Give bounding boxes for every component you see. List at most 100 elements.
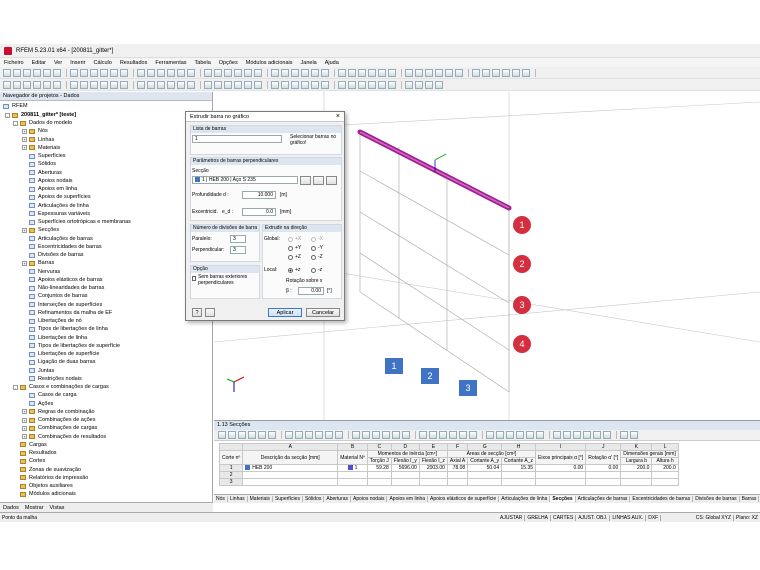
panel-tool-button[interactable] <box>315 431 323 439</box>
main-tool-button[interactable] <box>53 68 61 77</box>
sheet-tab[interactable]: Aberturas <box>324 496 352 502</box>
cell-empty[interactable] <box>242 471 339 479</box>
cell-empty[interactable] <box>620 471 653 479</box>
panel-tool-button[interactable] <box>325 431 333 439</box>
tree-item[interactable]: Módulos adicionais <box>20 490 76 498</box>
panel-tool-button[interactable] <box>402 431 410 439</box>
secondary-tool-button[interactable] <box>90 80 98 89</box>
main-tool-button[interactable] <box>368 68 376 77</box>
main-tool-button[interactable] <box>244 68 252 77</box>
tree-item[interactable]: + Regras de combinação <box>22 408 95 416</box>
panel-tool-button[interactable] <box>248 431 256 439</box>
sheet-tab[interactable]: Apoios em linha <box>387 496 429 502</box>
main-tool-button[interactable] <box>137 68 145 77</box>
cell-flexao-y[interactable]: 5696.00 <box>390 464 420 472</box>
tree-item[interactable]: + Combinações de ações <box>22 416 95 424</box>
sheet-tab[interactable]: Apoios nodais <box>351 496 388 502</box>
sheet-tab[interactable]: Articulações de linha <box>499 496 551 502</box>
cancel-button[interactable]: Cancelar <box>306 308 340 317</box>
tree-item[interactable]: RFEM <box>3 102 28 110</box>
section-new-button[interactable] <box>326 176 337 185</box>
collapse-icon[interactable]: - <box>13 384 18 390</box>
sheet-tab[interactable]: Barras <box>740 496 760 502</box>
cell-empty[interactable] <box>418 471 448 479</box>
no-outer-bars-checkbox[interactable]: Sem barras exteriores perpendiculares <box>192 274 258 286</box>
sheet-tab[interactable]: Excentricidades de barras <box>630 496 694 502</box>
tree-item[interactable]: Superfícies <box>29 152 66 160</box>
tree-item[interactable]: + Materiais <box>22 144 60 152</box>
sheet-tab[interactable]: Superfícies <box>273 496 303 502</box>
main-tool-button[interactable] <box>147 68 155 77</box>
main-tool-button[interactable] <box>214 68 222 77</box>
panel-tool-button[interactable] <box>372 431 380 439</box>
main-tool-button[interactable] <box>348 68 356 77</box>
section-library-button[interactable] <box>313 176 324 185</box>
menu-opcoes[interactable]: Opções <box>219 60 238 66</box>
main-tool-button[interactable] <box>23 68 31 77</box>
menu-ferramentas[interactable]: Ferramentas <box>155 60 186 66</box>
tree-item[interactable]: Apoios nodais <box>29 177 73 185</box>
tree-item[interactable]: + Combinações de cargas <box>22 424 97 432</box>
tree-item[interactable]: Divisões de barras <box>29 251 84 259</box>
sheet-tab[interactable]: Linhas <box>228 496 248 502</box>
panel-tool-button[interactable] <box>429 431 437 439</box>
main-tool-button[interactable] <box>13 68 21 77</box>
nav-tab-mostrar[interactable]: Mostrar <box>25 505 44 511</box>
tree-item[interactable]: Resultados <box>20 449 57 457</box>
cell-eixos[interactable]: 0.00 <box>535 464 587 472</box>
main-tool-button[interactable] <box>435 68 443 77</box>
cell-axial[interactable]: 78.08 <box>446 464 469 472</box>
ecc-input[interactable]: 0.0 <box>242 208 276 216</box>
panel-tool-button[interactable] <box>258 431 266 439</box>
secondary-tool-button[interactable] <box>214 80 222 89</box>
panel-tool-button[interactable] <box>593 431 601 439</box>
secondary-tool-button[interactable] <box>388 80 396 89</box>
parallel-input[interactable]: 3 <box>230 235 246 243</box>
secondary-tool-button[interactable] <box>177 80 185 89</box>
status-toggle[interactable]: AJUST. OBJ. <box>576 514 611 521</box>
tree-item[interactable]: Tipos de libertações de superfície <box>29 342 120 350</box>
cell-empty[interactable] <box>242 478 339 486</box>
tree-item[interactable]: Juntas <box>29 367 54 375</box>
panel-tool-button[interactable] <box>486 431 494 439</box>
main-tool-button[interactable] <box>405 68 413 77</box>
main-tool-button[interactable] <box>338 68 346 77</box>
expand-icon[interactable]: + <box>22 137 27 142</box>
secondary-tool-button[interactable] <box>405 80 413 89</box>
table-row[interactable]: 1 HEB 200 1 59.28 5696.00 2003.00 78.08 … <box>218 464 679 472</box>
cell-empty[interactable] <box>585 478 622 486</box>
tree-item[interactable]: Tipos de libertações de linha <box>29 325 108 333</box>
panel-tool-button[interactable] <box>382 431 390 439</box>
tree-item[interactable]: Não-linearidades de barras <box>29 284 104 292</box>
panel-tool-button[interactable] <box>583 431 591 439</box>
main-tool-button[interactable] <box>110 68 118 77</box>
tree-item[interactable]: Cortes <box>20 457 45 465</box>
menu-ficheiro[interactable]: Ficheiro <box>4 60 24 66</box>
main-tool-button[interactable] <box>455 68 463 77</box>
secondary-tool-button[interactable] <box>13 80 21 89</box>
panel-tool-button[interactable] <box>449 431 457 439</box>
main-tool-button[interactable] <box>378 68 386 77</box>
beta-input[interactable]: 0.00 <box>298 287 324 295</box>
expand-icon[interactable]: + <box>22 128 27 134</box>
main-tool-button[interactable] <box>177 68 185 77</box>
secondary-tool-button[interactable] <box>415 80 423 89</box>
radio-global-mz[interactable]: -Z <box>311 254 323 260</box>
section-edit-button[interactable] <box>300 176 311 185</box>
menu-calculo[interactable]: Cálculo <box>93 60 111 66</box>
cell-empty[interactable] <box>467 471 503 479</box>
status-toggle[interactable]: LINHAS AUX. <box>610 514 647 521</box>
tree-item[interactable]: Articulações de barras <box>29 235 93 243</box>
status-toggle[interactable]: DXF <box>646 514 662 521</box>
main-tool-button[interactable] <box>120 68 128 77</box>
tree-item[interactable]: Articulações de linha <box>29 202 89 210</box>
expand-icon[interactable]: + <box>22 425 27 431</box>
tree-item[interactable]: Sólidos <box>29 160 56 168</box>
cell-descricao[interactable]: HEB 200 <box>242 464 339 472</box>
secondary-tool-button[interactable] <box>23 80 31 89</box>
radio-local-pz[interactable]: +z <box>288 267 300 273</box>
secondary-tool-button[interactable] <box>110 80 118 89</box>
secondary-tool-button[interactable] <box>358 80 366 89</box>
panel-tool-button[interactable] <box>516 431 524 439</box>
tree-item[interactable]: Superfícies ortotrópicas e membranas <box>29 218 131 226</box>
